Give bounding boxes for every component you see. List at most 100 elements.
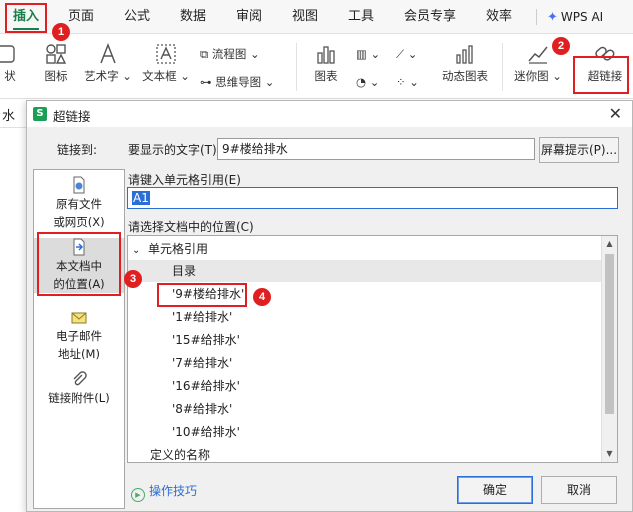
column-chart-button[interactable]: ▥ ⌄ [356, 45, 380, 63]
tree-item[interactable]: '7#给排水' [172, 352, 232, 374]
link-email[interactable]: 电子邮件 地址(M) [34, 308, 124, 363]
chevron-down-icon: ⌄ [118, 69, 132, 83]
tips-link-label: 操作技巧 [149, 484, 198, 498]
location-tree[interactable]: ⌄ 单元格引用 目录 '9#楼给排水' '1#给排水' '15#给排水' '7#给… [127, 235, 618, 463]
icons-grid-icon [46, 44, 67, 64]
icon-button-label: 图标 [44, 69, 68, 83]
tab-page[interactable]: 页面 [68, 7, 94, 27]
annotation-box-hyperlink [573, 56, 629, 94]
link-option-line1: 链接附件(L) [48, 391, 110, 405]
wps-ai-label: WPS AI [560, 10, 604, 24]
tab-efficiency[interactable]: 效率 [486, 7, 512, 27]
paperclip-icon [73, 371, 87, 386]
shape-label: 状 [4, 69, 16, 83]
dynamic-chart-label: 动态图表 [442, 69, 488, 83]
link-attachment[interactable]: 链接附件(L) [34, 370, 124, 407]
screen-tip-button[interactable]: 屏幕提示(P)... [539, 137, 619, 163]
display-text-input[interactable]: 9#楼给排水 [217, 138, 535, 160]
link-to-label: 链接到: [57, 143, 98, 157]
scroll-thumb[interactable] [605, 254, 614, 414]
mindmap-button[interactable]: ⊶ 思维导图 ⌄ [200, 73, 274, 91]
tree-node-label: 单元格引用 [148, 242, 209, 256]
text-box-button[interactable]: 文本框 ⌄ [140, 43, 192, 84]
play-circle-icon: ▶ [131, 488, 145, 502]
annotation-badge-3: 3 [124, 270, 142, 288]
flowchart-icon: ⧉ [200, 47, 212, 61]
line-chart-button[interactable]: ⟋ ⌄ [396, 45, 417, 63]
bar-chart-icon [317, 46, 335, 64]
ribbon-separator [296, 43, 297, 91]
location-label: 请选择文档中的位置(C) [128, 220, 254, 234]
hyperlink-dialog: S 超链接 ✕ 链接到: 要显示的文字(T): 9#楼给排水 屏幕提示(P)..… [26, 100, 633, 512]
text-box-icon [156, 44, 176, 64]
chevron-down-icon: ⌄ [246, 47, 260, 61]
tree-node-cell-ref[interactable]: ⌄ 单元格引用 [132, 238, 208, 260]
menu-separator [536, 9, 537, 25]
cell-ref-value: A1 [132, 191, 150, 205]
annotation-box-sheet-9 [157, 283, 247, 307]
link-option-line2: 地址(M) [58, 347, 100, 361]
tree-scrollbar[interactable]: ▲ ▼ [601, 236, 617, 462]
scatter-chart-icon: ⁘ ⌄ [396, 75, 419, 89]
tab-tools[interactable]: 工具 [348, 7, 374, 27]
line-chart-icon: ⟋ ⌄ [396, 47, 418, 61]
mindmap-icon: ⊶ [200, 75, 216, 89]
file-web-icon [73, 176, 85, 194]
close-icon[interactable]: ✕ [609, 104, 622, 123]
chevron-down-icon: ⌄ [261, 75, 275, 89]
cancel-button[interactable]: 取消 [541, 476, 617, 504]
tree-item[interactable]: 目录 [128, 260, 602, 282]
pie-chart-icon: ◔ ⌄ [356, 75, 380, 89]
chevron-down-icon: ⌄ [176, 69, 190, 83]
wps-ai-icon: ✦ [547, 10, 558, 25]
cell-ref-input[interactable]: A1 [127, 187, 618, 209]
tree-item[interactable]: '16#给排水' [172, 375, 240, 397]
tree-item[interactable]: '1#给排水' [172, 306, 232, 328]
link-option-line1: 电子邮件 [56, 329, 102, 343]
sparkline-label: 迷你图 [514, 69, 549, 83]
tips-link[interactable]: ▶ 操作技巧 [131, 482, 197, 502]
shape-icon [0, 45, 15, 63]
dynamic-chart-button[interactable]: 动态图表 [438, 43, 492, 84]
wps-ai-button[interactable]: ✦ WPS AI [547, 7, 603, 27]
ok-button[interactable]: 确定 [457, 476, 533, 504]
column-chart-icon: ▥ ⌄ [356, 47, 381, 61]
email-icon [71, 312, 87, 324]
tree-item[interactable]: '15#给排水' [172, 329, 240, 351]
dialog-title: 超链接 [53, 109, 91, 124]
art-text-label: 艺术字 [84, 69, 119, 83]
icon-button[interactable]: 图标 [38, 43, 74, 84]
tree-item[interactable]: '10#给排水' [172, 421, 240, 443]
tab-formula[interactable]: 公式 [124, 7, 150, 27]
link-existing-file[interactable]: 原有文件 或网页(X) [34, 176, 124, 231]
scroll-down-icon[interactable]: ▼ [602, 446, 617, 462]
annotation-box-this-document [37, 232, 121, 296]
link-option-line1: 原有文件 [56, 197, 102, 211]
text-box-label: 文本框 [142, 69, 177, 83]
formula-cell-text: 水 [2, 109, 16, 124]
annotation-box-insert [5, 3, 47, 33]
annotation-badge-4: 4 [253, 288, 271, 306]
flowchart-button[interactable]: ⧉ 流程图 ⌄ [200, 45, 260, 63]
chart-label: 图表 [314, 69, 338, 83]
wps-sheet-icon: S [33, 107, 47, 121]
link-to-panel: 原有文件 或网页(X) 本文档中 的位置(A) 电子邮件 地址(M) 链接附件(… [33, 169, 125, 509]
link-option-line2: 或网页(X) [53, 215, 105, 229]
scroll-up-icon[interactable]: ▲ [602, 236, 617, 252]
tab-data[interactable]: 数据 [180, 7, 206, 27]
tab-member[interactable]: 会员专享 [404, 7, 456, 27]
annotation-badge-1: 1 [52, 23, 70, 41]
tree-node-defined-names[interactable]: 定义的名称 [150, 444, 210, 462]
pie-chart-button[interactable]: ◔ ⌄ [356, 73, 379, 91]
tab-view[interactable]: 视图 [292, 7, 318, 27]
scatter-chart-button[interactable]: ⁘ ⌄ [396, 73, 419, 91]
shape-button[interactable]: 状 [0, 43, 20, 84]
art-text-button[interactable]: 艺术字 ⌄ [84, 43, 132, 84]
tree-item[interactable]: '8#给排水' [172, 398, 232, 420]
tab-review[interactable]: 审阅 [236, 7, 262, 27]
dialog-titlebar: S 超链接 ✕ [27, 101, 632, 127]
chevron-down-icon: ⌄ [132, 245, 141, 256]
ribbon-separator [502, 43, 503, 91]
sparkline-icon [528, 46, 548, 64]
chart-button[interactable]: 图表 [306, 43, 346, 84]
